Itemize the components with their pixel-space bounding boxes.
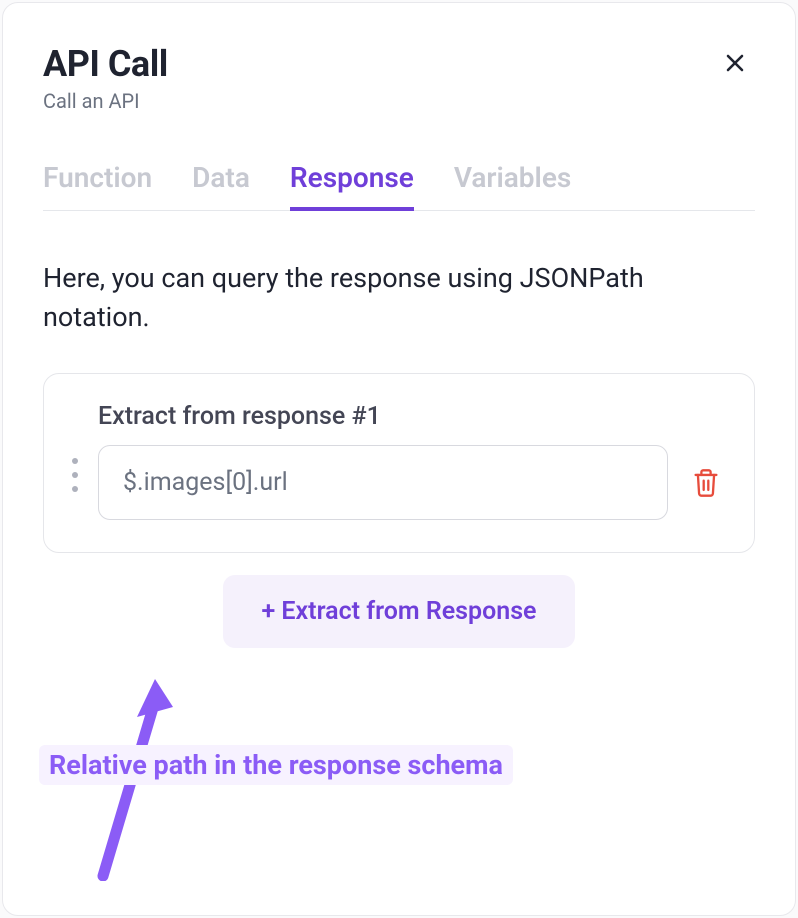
extract-label: Extract from response #1	[98, 402, 726, 431]
response-description: Here, you can query the response using J…	[43, 259, 755, 337]
close-button[interactable]	[715, 43, 755, 83]
api-call-panel: API Call Call an API Function Data Respo…	[2, 2, 796, 916]
annotation: Relative path in the response schema	[39, 745, 513, 785]
trash-icon	[692, 468, 720, 498]
delete-extract-button[interactable]	[686, 462, 726, 504]
drag-handle-icon[interactable]	[72, 452, 78, 498]
extract-card: Extract from response #1	[43, 373, 755, 553]
add-button-row: + Extract from Response	[43, 575, 755, 648]
tab-variables[interactable]: Variables	[454, 161, 571, 210]
annotation-label: Relative path in the response schema	[39, 745, 513, 785]
extract-input-row	[98, 445, 726, 520]
extract-body: Extract from response #1	[98, 402, 726, 520]
jsonpath-input[interactable]	[98, 445, 668, 520]
annotation-arrow-icon	[93, 671, 213, 881]
response-content: Here, you can query the response using J…	[43, 259, 755, 648]
panel-header: API Call Call an API	[43, 43, 755, 113]
add-extract-button[interactable]: + Extract from Response	[223, 575, 574, 648]
panel-subtitle: Call an API	[43, 89, 168, 113]
tab-response[interactable]: Response	[290, 161, 414, 210]
title-block: API Call Call an API	[43, 43, 168, 113]
close-icon	[723, 51, 747, 75]
tab-data[interactable]: Data	[192, 161, 250, 210]
tab-bar: Function Data Response Variables	[43, 161, 755, 211]
panel-title: API Call	[43, 43, 168, 85]
tab-function[interactable]: Function	[43, 161, 152, 210]
